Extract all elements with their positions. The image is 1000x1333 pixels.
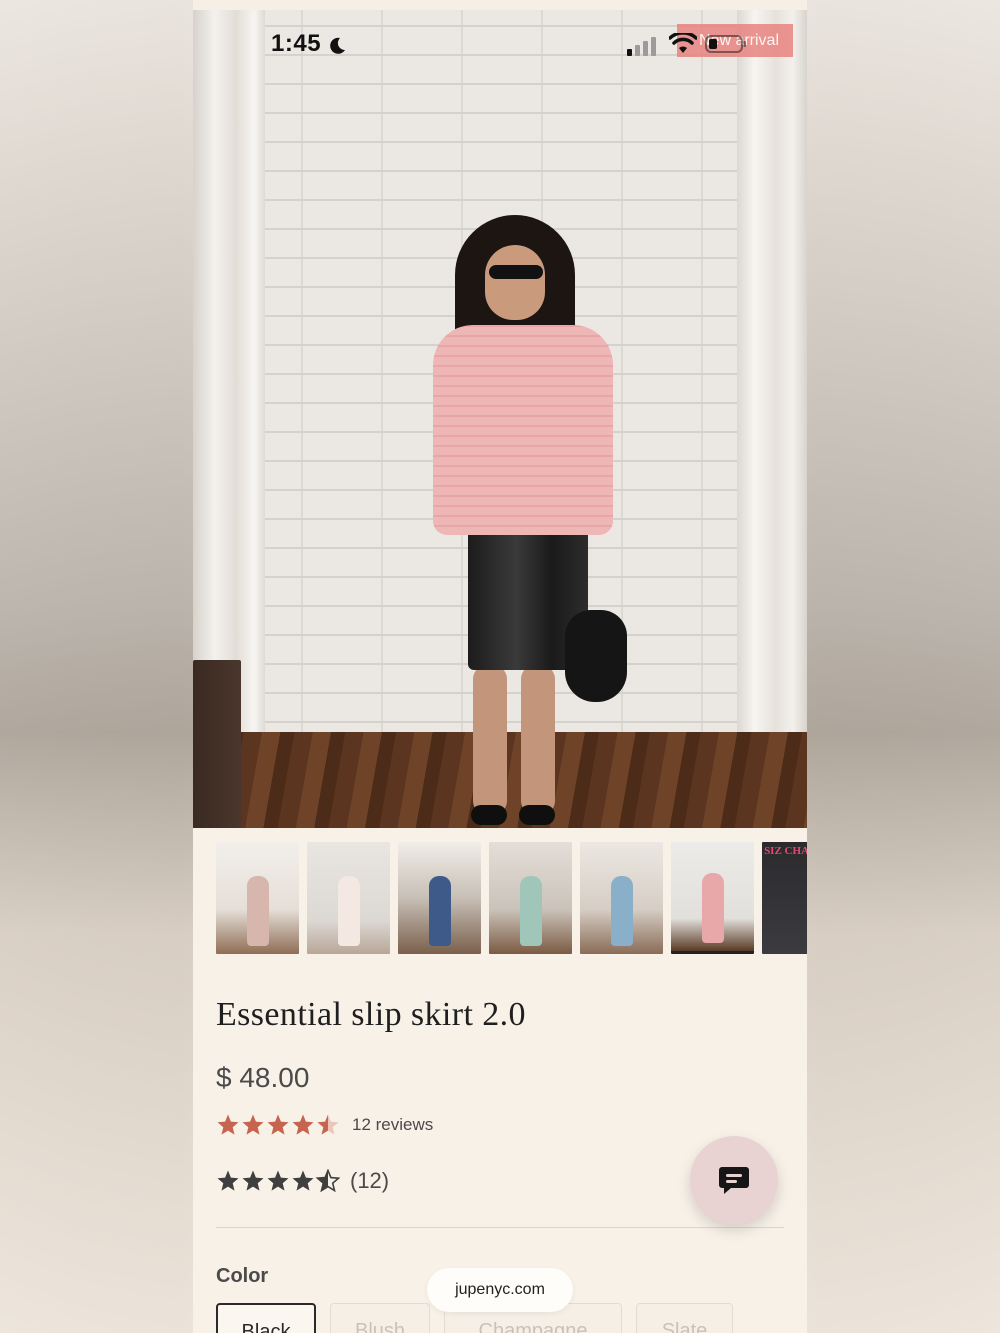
- star-half-icon: [317, 1114, 339, 1135]
- signal-icon: [627, 37, 656, 56]
- thumbnail-3[interactable]: [398, 842, 481, 954]
- size-chart-text: SIZ CHA: [764, 845, 807, 857]
- rating-widget[interactable]: (12): [216, 1168, 389, 1194]
- star-icon: [217, 1114, 239, 1135]
- thumbnail-6[interactable]: [671, 842, 754, 954]
- thumbnail-2[interactable]: [307, 842, 390, 954]
- rating-summary[interactable]: 12 reviews: [216, 1113, 433, 1137]
- wifi-icon: [669, 33, 697, 53]
- battery-icon: [705, 35, 746, 53]
- thumbnail-size-chart[interactable]: SIZ CHA: [762, 842, 807, 954]
- star-half-icon: [316, 1169, 340, 1192]
- background-blur-left: [0, 0, 193, 1333]
- thumbnail-strip: SIZ CHA: [216, 842, 807, 954]
- product-price: $ 48.00: [216, 1062, 310, 1093]
- star-icon: [267, 1170, 289, 1191]
- star-rating-accent: [216, 1113, 340, 1137]
- blouse: [433, 325, 613, 535]
- chat-icon: [719, 1167, 749, 1194]
- thumbnail-5[interactable]: [580, 842, 663, 954]
- handbag: [565, 610, 627, 702]
- color-label: Color: [216, 1265, 269, 1287]
- color-option-black[interactable]: Black: [216, 1303, 316, 1333]
- browser-url-pill[interactable]: jupenyc.com: [427, 1268, 573, 1312]
- star-icon: [292, 1114, 314, 1135]
- thumbnail-4[interactable]: [489, 842, 572, 954]
- phone-screen: New arrival 1:45 SIZ CHA Essential slip …: [193, 0, 807, 1333]
- star-icon: [267, 1114, 289, 1135]
- color-option-slate[interactable]: Slate: [636, 1303, 733, 1333]
- status-time: 1:45: [271, 30, 322, 57]
- reviews-link[interactable]: 12 reviews: [352, 1115, 433, 1135]
- curtain-left: [193, 10, 265, 770]
- star-icon: [217, 1170, 239, 1191]
- divider: [216, 1227, 784, 1228]
- star-icon: [242, 1114, 264, 1135]
- hero-product-image[interactable]: [193, 10, 807, 828]
- reviews-count: (12): [350, 1168, 390, 1193]
- color-option-blush[interactable]: Blush: [330, 1303, 430, 1333]
- star-icon: [242, 1170, 264, 1191]
- star-icon: [292, 1170, 314, 1191]
- curtain-right: [737, 10, 807, 770]
- star-rating-dark: [216, 1169, 340, 1193]
- moon-icon: [330, 37, 345, 54]
- chat-button[interactable]: [690, 1136, 778, 1224]
- thumbnail-1[interactable]: [216, 842, 299, 954]
- product-title: Essential slip skirt 2.0: [216, 996, 526, 1033]
- model-figure: [433, 215, 627, 825]
- top-strip: [193, 0, 807, 10]
- background-blur-right: [807, 0, 1000, 1333]
- sunglasses: [489, 265, 543, 279]
- stool: [193, 660, 241, 828]
